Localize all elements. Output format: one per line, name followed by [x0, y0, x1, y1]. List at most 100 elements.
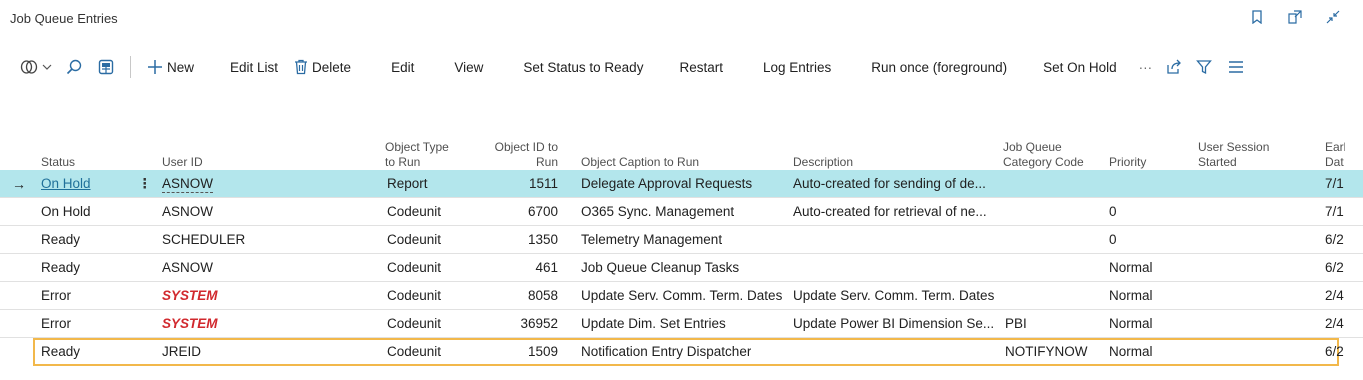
user-id-cell: ASNOW	[162, 260, 214, 275]
column-header-object-type[interactable]: Object Type to Run	[385, 126, 449, 170]
priority-cell: 0	[1109, 232, 1117, 247]
copilot-menu-button[interactable]	[14, 51, 58, 83]
user-id-cell: ASNOW	[162, 204, 214, 219]
bookmark-icon[interactable]	[1249, 9, 1265, 25]
caption-header-label: Object Caption to Run	[581, 155, 700, 169]
collapse-icon[interactable]	[1325, 9, 1341, 25]
chevron-down-icon	[42, 63, 52, 71]
search-button[interactable]	[58, 51, 90, 83]
new-button[interactable]: New	[139, 51, 202, 83]
title-bar: Job Queue Entries	[0, 0, 1363, 38]
table-row[interactable]: Ready SCHEDULER Codeunit 1350 Telemetry …	[0, 226, 1363, 254]
delete-button[interactable]: Delete	[286, 51, 359, 83]
column-header-category[interactable]: Job Queue Category Code	[1003, 126, 1084, 170]
log-entries-button[interactable]: Log Entries	[755, 51, 839, 83]
edit-label: Edit	[391, 59, 415, 75]
user-id-cell: SYSTEM	[162, 316, 218, 331]
table-row[interactable]: Ready JREID Codeunit 1509 Notification E…	[0, 338, 1363, 366]
status-cell: On Hold	[41, 204, 91, 219]
window-actions	[1249, 9, 1341, 25]
set-status-ready-button[interactable]: Set Status to Ready	[515, 51, 651, 83]
session-header-line2: Started	[1198, 155, 1237, 169]
object-type-cell: Report	[387, 176, 428, 191]
status-cell-link[interactable]: On Hold	[41, 176, 91, 191]
open-new-window-icon[interactable]	[1287, 9, 1303, 25]
table-row[interactable]: → On Hold ⋮ ASNOW Report 1511 Delegate A…	[0, 170, 1363, 198]
earliest-date-cell: 2/4	[1325, 288, 1344, 303]
table-row[interactable]: Error SYSTEM Codeunit 36952 Update Dim. …	[0, 310, 1363, 338]
table-view-icon	[98, 59, 114, 75]
column-header-priority[interactable]: Priority	[1109, 126, 1146, 170]
restart-button[interactable]: Restart	[671, 51, 731, 83]
set-on-hold-label: Set On Hold	[1043, 59, 1117, 75]
object-type-cell: Codeunit	[387, 232, 442, 247]
session-header-line1: User Session	[1198, 140, 1270, 154]
plus-icon	[147, 59, 163, 75]
object-type-header-line1: Object Type	[385, 140, 449, 154]
user-id-cell[interactable]: ASNOW	[162, 176, 214, 193]
list-view-button[interactable]	[1220, 51, 1252, 83]
description-cell: Auto-created for retrieval of ne...	[793, 204, 987, 219]
status-cell: Error	[41, 316, 71, 331]
edit-button[interactable]: Edit	[383, 51, 422, 83]
object-id-cell: 461	[535, 260, 558, 275]
action-bar: New Edit List Delete Edit View Set Statu…	[0, 50, 1363, 84]
share-button[interactable]	[1160, 51, 1188, 83]
edit-list-button[interactable]: Edit List	[222, 51, 286, 83]
more-options-button[interactable]: ···	[1131, 51, 1161, 83]
category-cell: NOTIFYNOW	[1005, 344, 1088, 359]
run-once-button[interactable]: Run once (foreground)	[863, 51, 1015, 83]
analysis-mode-button[interactable]	[90, 51, 122, 83]
table-row[interactable]: On Hold ASNOW Codeunit 6700 O365 Sync. M…	[0, 198, 1363, 226]
column-header-object-id[interactable]: Object ID to Run	[480, 126, 558, 170]
earliest-header-line2: Dat	[1325, 155, 1344, 169]
object-type-cell: Codeunit	[387, 316, 442, 331]
user-id-cell: SYSTEM	[162, 288, 218, 303]
category-header-line2: Category Code	[1003, 155, 1084, 169]
caption-cell: Update Serv. Comm. Term. Dates	[581, 288, 783, 303]
description-cell	[793, 254, 1003, 282]
category-header-line1: Job Queue	[1003, 140, 1062, 154]
table-row[interactable]: Error SYSTEM Codeunit 8058 Update Serv. …	[0, 282, 1363, 310]
column-header-description[interactable]: Description	[793, 126, 853, 170]
new-label: New	[167, 59, 195, 75]
column-header-session-started[interactable]: User Session Started	[1198, 126, 1269, 170]
status-cell: Ready	[41, 232, 81, 247]
user-id-header-label: User ID	[162, 155, 203, 169]
table-row[interactable]: Ready ASNOW Codeunit 461 Job Queue Clean…	[0, 254, 1363, 282]
column-header-caption[interactable]: Object Caption to Run	[581, 126, 699, 170]
user-id-cell: JREID	[162, 344, 202, 359]
object-type-cell: Codeunit	[387, 260, 442, 275]
view-button[interactable]: View	[446, 51, 491, 83]
filter-icon	[1196, 59, 1213, 75]
priority-cell: 0	[1109, 204, 1117, 219]
category-cell: PBI	[1005, 316, 1027, 331]
status-header-label: Status	[41, 155, 76, 169]
set-on-hold-button[interactable]: Set On Hold	[1035, 51, 1125, 83]
earliest-date-cell: 6/2	[1325, 260, 1344, 275]
column-header-earliest-date[interactable]: Earl Dat	[1325, 126, 1345, 170]
row-actions-kebab-icon[interactable]: ⋮	[138, 170, 152, 198]
priority-cell: Normal	[1109, 288, 1153, 303]
column-header-status[interactable]: Status	[41, 126, 75, 170]
priority-cell: Normal	[1109, 316, 1153, 331]
log-entries-label: Log Entries	[762, 59, 832, 75]
grid-rows: → On Hold ⋮ ASNOW Report 1511 Delegate A…	[0, 170, 1363, 366]
caption-cell: Delegate Approval Requests	[581, 176, 753, 191]
object-type-cell: Codeunit	[387, 288, 442, 303]
column-header-user-id[interactable]: User ID	[162, 126, 203, 170]
filter-button[interactable]	[1188, 51, 1220, 83]
restart-label: Restart	[679, 59, 723, 75]
caption-cell: Notification Entry Dispatcher	[581, 344, 752, 359]
object-id-cell: 8058	[527, 288, 558, 303]
object-id-header-line2: Run	[535, 155, 558, 169]
page-title: Job Queue Entries	[10, 11, 118, 26]
description-cell: Update Serv. Comm. Term. Dates	[793, 288, 995, 303]
caption-cell: O365 Sync. Management	[581, 204, 735, 219]
delete-label: Delete	[312, 59, 352, 75]
caption-cell: Telemetry Management	[581, 232, 723, 247]
user-id-cell: SCHEDULER	[162, 232, 246, 247]
list-icon	[1228, 60, 1244, 74]
object-id-cell: 1509	[527, 344, 558, 359]
earliest-date-cell: 7/1	[1325, 176, 1344, 191]
